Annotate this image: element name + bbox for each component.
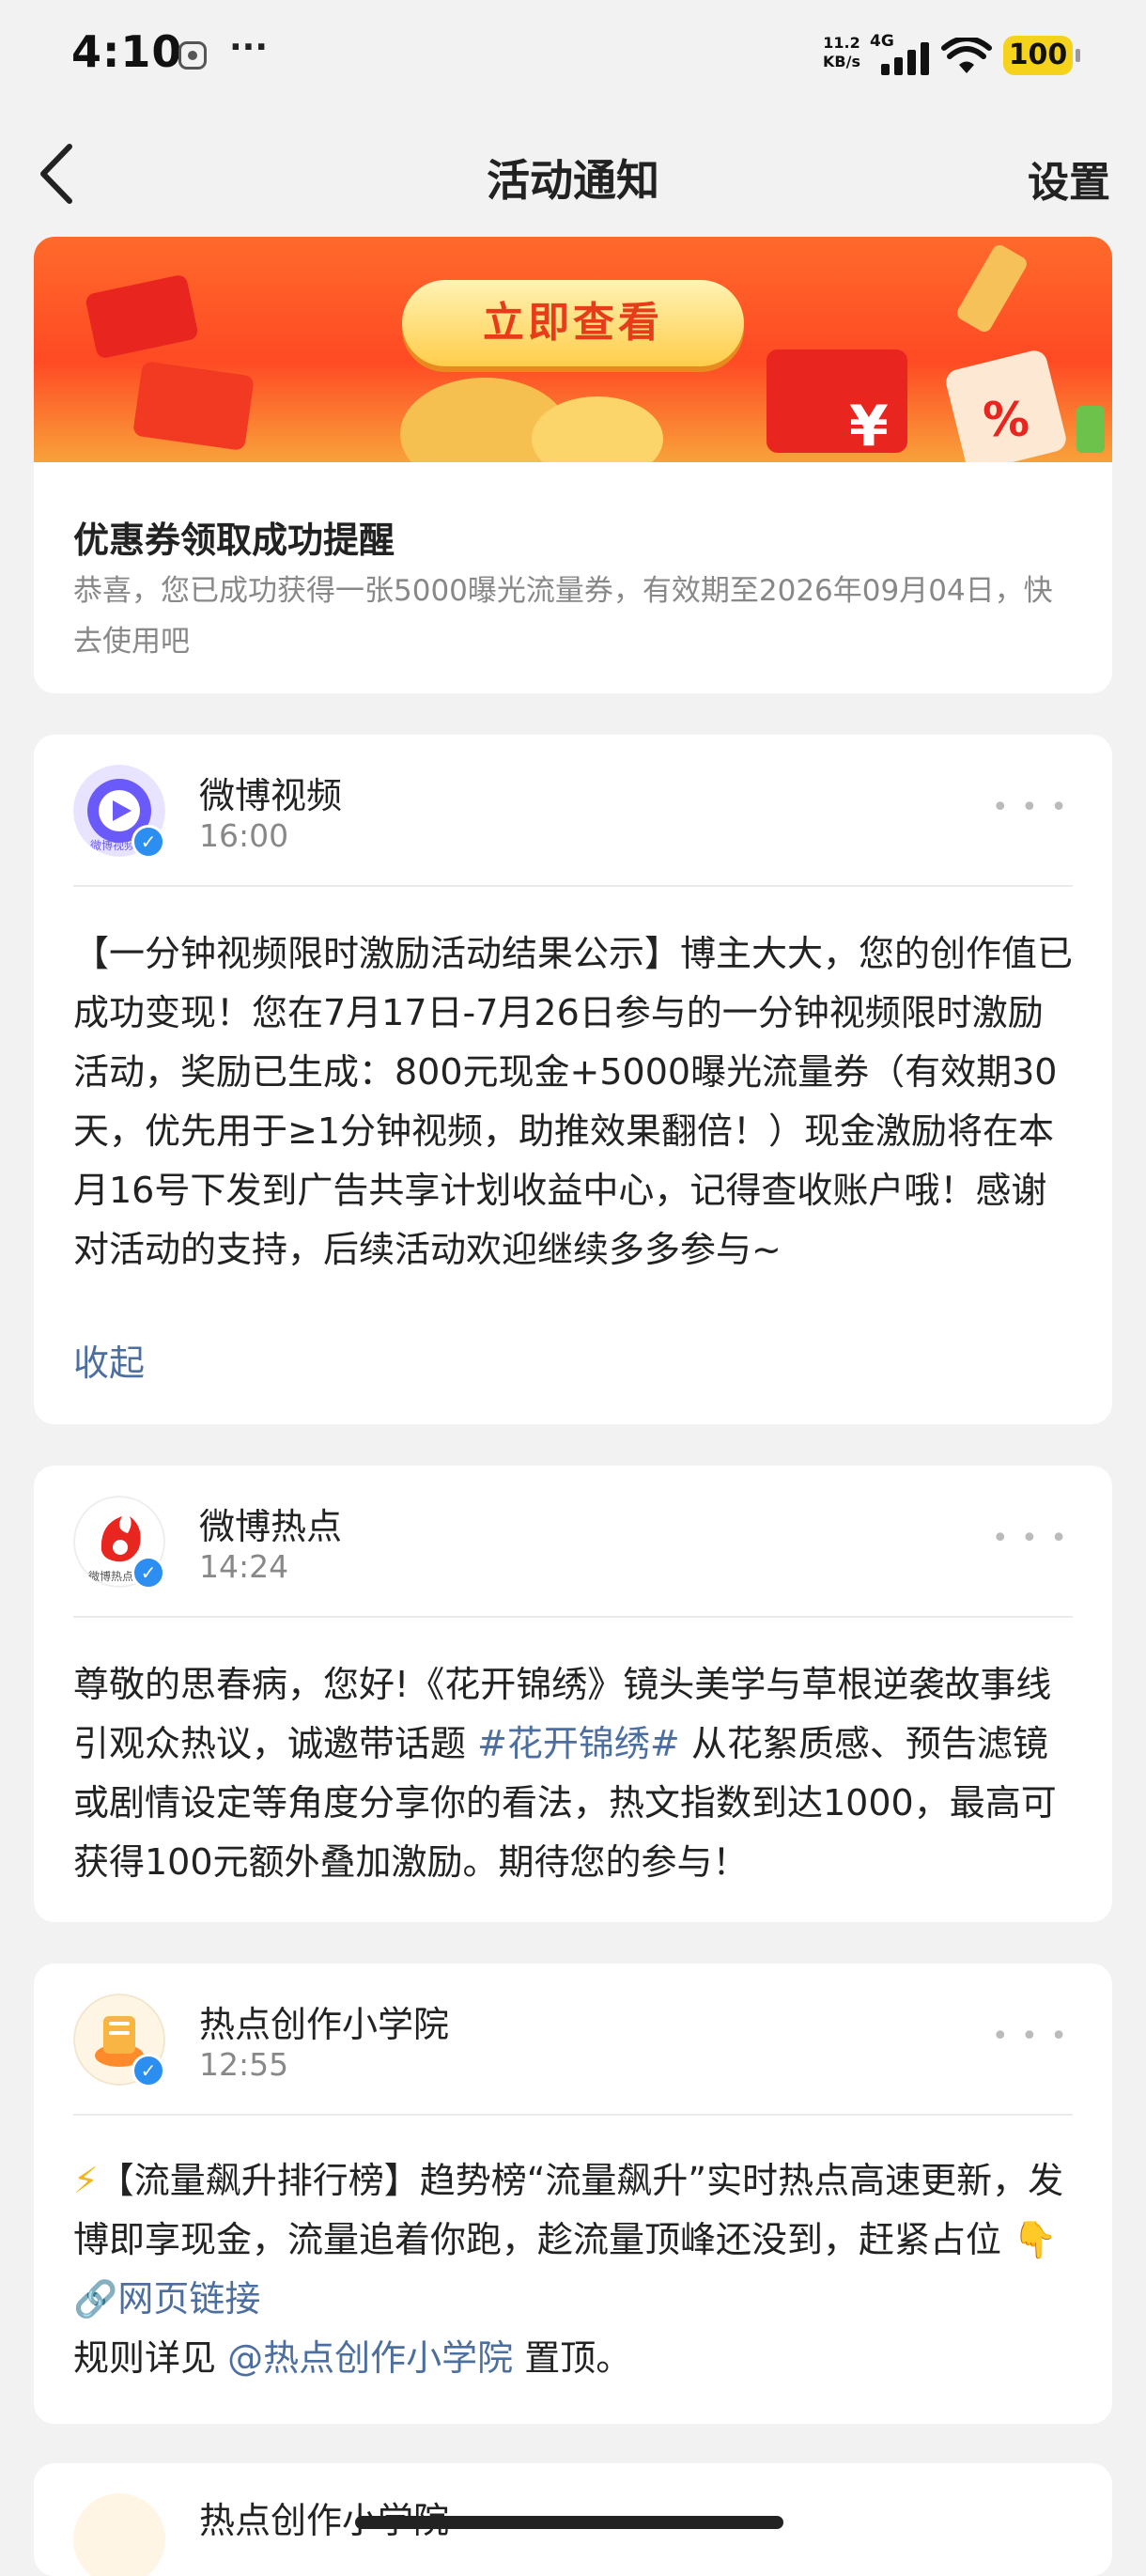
- rules-text: 规则详见: [73, 2337, 228, 2379]
- svg-text:¥: ¥: [849, 394, 889, 459]
- status-time: 4:10: [71, 26, 183, 77]
- post-text: 【流量飙升排行榜】趋势榜“流量飙升”实时热点高速更新，发博即享现金，流量追着你跑…: [73, 2160, 1064, 2260]
- notification-card: ✓ 热点创作小学院 12:55 • • • ⚡【流量飙升排行榜】趋势榜“流量飙升…: [34, 1963, 1112, 2424]
- avatar-caption: 微博视频: [90, 838, 135, 852]
- coupon-title: 优惠券领取成功提醒: [73, 520, 395, 561]
- divider: [73, 2114, 1073, 2116]
- hashtag-link[interactable]: #花开锦绣#: [477, 1723, 680, 1764]
- link-icon: 🔗: [73, 2278, 118, 2320]
- signal-icon: [881, 42, 929, 75]
- notification-card: 微博热点 ✓ 微博热点 14:24 • • • 尊敬的思春病，您好!《花开锦绣》…: [34, 1466, 1112, 1922]
- post-header: ✓ 热点创作小学院 12:55 • • •: [34, 1963, 1112, 2114]
- more-options-icon[interactable]: • • •: [992, 791, 1069, 824]
- divider: [73, 1616, 1073, 1618]
- wifi-icon: [941, 38, 992, 73]
- network-speed: 11.2 KB/s: [823, 34, 860, 71]
- post-body: 尊敬的思春病，您好!《花开锦绣》镜头美学与草根逆袭故事线引观众热议，诚邀带话题 …: [73, 1655, 1075, 1892]
- verified-badge-icon: ✓: [132, 2054, 165, 2087]
- sender-name[interactable]: 热点创作小学院: [199, 1995, 449, 2047]
- coupon-card[interactable]: ¥ % 立即查看 优惠券领取成功提醒 恭喜，您已成功获得一张5000曝光流量券，…: [34, 237, 1112, 693]
- divider: [73, 885, 1073, 887]
- post-header: 微博视频 ✓ 微博视频 16:00 • • •: [34, 735, 1112, 885]
- mention-link[interactable]: @热点创作小学院: [227, 2337, 513, 2379]
- web-link[interactable]: 🔗网页链接: [73, 2278, 260, 2320]
- pointing-down-icon: 👇: [1013, 2219, 1058, 2260]
- coupon-body: 恭喜，您已成功获得一张5000曝光流量券，有效期至2026年09月04日，快去使…: [73, 574, 1053, 659]
- post-body: 【一分钟视频限时激励活动结果公示】博主大大，您的创作值已成功变现！您在7月17日…: [73, 933, 1074, 1270]
- sender-name[interactable]: 微博视频: [199, 767, 342, 818]
- home-indicator[interactable]: [355, 2516, 783, 2529]
- notification-card: 微博视频 ✓ 微博视频 16:00 • • • 【一分钟视频限时激励活动结果公示…: [34, 735, 1112, 1424]
- lightning-icon: ⚡: [73, 2160, 99, 2201]
- rules-text: 置顶。: [513, 2337, 632, 2379]
- network-speed-unit: KB/s: [823, 53, 860, 70]
- settings-button[interactable]: 设置: [1028, 148, 1110, 209]
- collapse-button[interactable]: 收起: [73, 1334, 145, 1386]
- svg-text:%: %: [983, 393, 1030, 447]
- view-now-button[interactable]: 立即查看: [402, 280, 744, 366]
- post-header: 微博热点 ✓ 微博热点 14:24 • • •: [34, 1466, 1112, 1616]
- status-bar: 4:10 ··· 11.2 KB/s 4G 100: [0, 0, 1146, 113]
- post-time: 14:24: [199, 1548, 289, 1585]
- promo-banner[interactable]: ¥ % 立即查看: [34, 237, 1112, 462]
- more-options-icon[interactable]: • • •: [992, 1522, 1069, 1555]
- more-options-icon[interactable]: • • •: [992, 2020, 1069, 2053]
- network-speed-value: 11.2: [823, 34, 860, 52]
- page-title: 活动通知: [487, 155, 659, 206]
- verified-badge-icon: ✓: [132, 825, 165, 859]
- battery-indicator: 100: [1003, 36, 1080, 75]
- nav-bar: 活动通知 设置: [0, 113, 1146, 237]
- avatar[interactable]: [73, 2493, 165, 2576]
- avatar-caption: 微博热点: [88, 1569, 133, 1583]
- post-time: 16:00: [199, 817, 289, 854]
- sender-name[interactable]: 微博热点: [199, 1497, 342, 1549]
- post-body: ⚡【流量飙升排行榜】趋势榜“流量飙升”实时热点高速更新，发博即享现金，流量追着你…: [73, 2151, 1075, 2388]
- verified-badge-icon: ✓: [132, 1556, 165, 1590]
- post-time: 12:55: [199, 2046, 289, 2083]
- web-link-label: 网页链接: [117, 2278, 261, 2320]
- status-more-icon: ···: [229, 28, 269, 67]
- screen-record-icon: [178, 41, 207, 70]
